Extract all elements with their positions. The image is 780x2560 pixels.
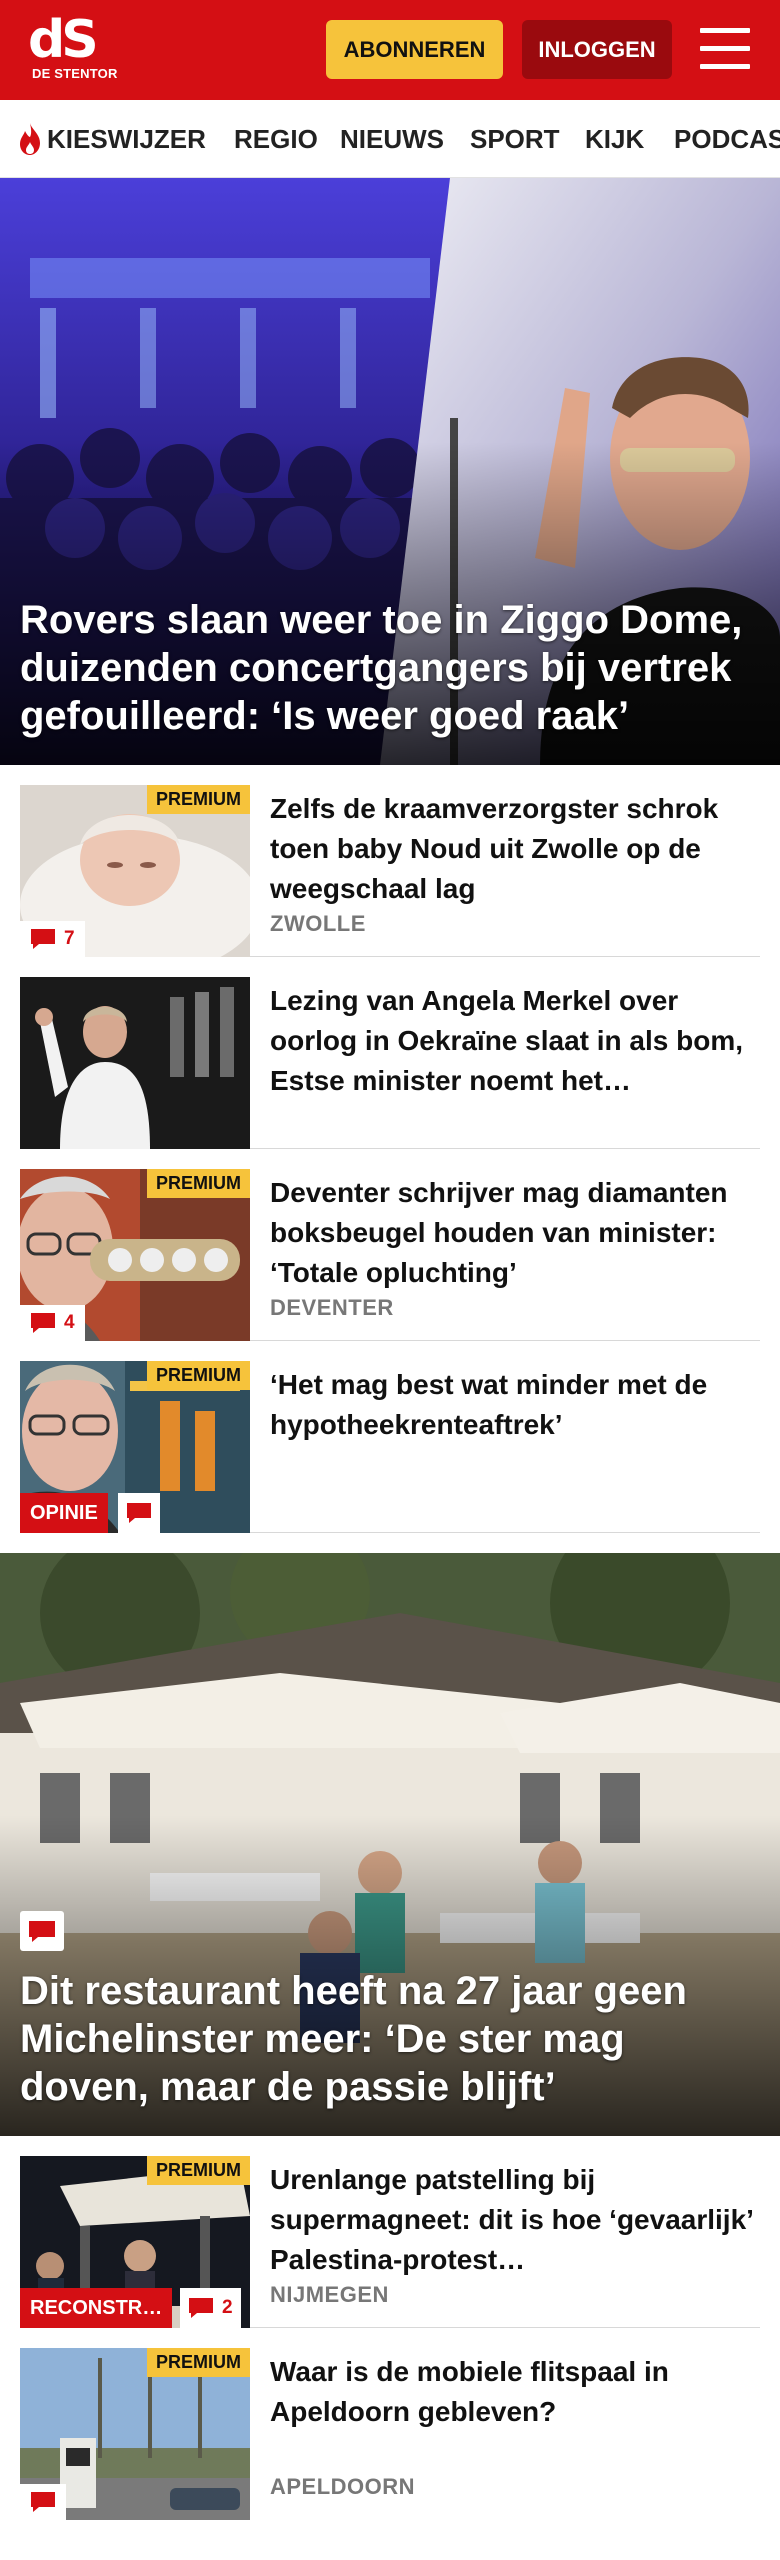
article-title[interactable]: Deventer schrijver mag diamanten boksbeu… xyxy=(270,1173,760,1293)
comment-bubble-icon xyxy=(31,2492,55,2512)
article-thumbnail: PREMIUM OPINIE xyxy=(20,1361,250,1533)
nav-item-kijk[interactable]: KIJK xyxy=(585,100,644,177)
premium-badge: PREMIUM xyxy=(147,785,250,814)
article-section: DEVENTER xyxy=(270,1295,394,1320)
login-button[interactable]: INLOGGEN xyxy=(522,20,672,79)
site-logo[interactable]: dS DE STENTOR xyxy=(28,10,117,90)
comment-count: 4 xyxy=(64,1312,75,1333)
premium-badge: PREMIUM xyxy=(147,1169,250,1198)
premium-badge: PREMIUM xyxy=(147,2156,250,2185)
comment-badge[interactable] xyxy=(20,1911,64,1951)
comment-count-badge[interactable]: 2 xyxy=(180,2288,241,2328)
article-section: ZWOLLE xyxy=(270,911,366,936)
article-card-hypotheekrenteaftrek[interactable]: PREMIUM OPINIE ‘Het mag best wat minder … xyxy=(20,1341,760,1533)
comment-count-badge[interactable]: 7 xyxy=(20,921,85,957)
logo-mark: dS xyxy=(28,10,99,70)
premium-badge: PREMIUM xyxy=(147,1361,250,1390)
nav-item-podcasts[interactable]: PODCAS xyxy=(674,100,780,177)
article-section: NIJMEGEN xyxy=(270,2282,389,2307)
flame-icon xyxy=(20,123,40,155)
site-header: dS DE STENTOR ABONNEREN INLOGGEN xyxy=(0,0,780,100)
nav-item-nieuws[interactable]: NIEUWS xyxy=(340,100,444,177)
comment-bubble-icon xyxy=(189,2298,213,2318)
article-card-flitspaal[interactable]: PREMIUM Waar is de mobiele flitspaal in … xyxy=(20,2328,760,2560)
article-thumbnail xyxy=(20,977,250,1149)
article-thumbnail: PREMIUM 4 xyxy=(20,1169,250,1341)
opinion-label: OPINIE xyxy=(20,1493,108,1533)
comment-badge[interactable] xyxy=(20,2484,66,2520)
logo-subtitle: DE STENTOR xyxy=(32,66,118,81)
comment-bubble-icon xyxy=(29,1921,55,1942)
comment-bubble-icon xyxy=(31,929,55,949)
comment-count-badge[interactable]: 4 xyxy=(20,1305,85,1341)
article-card-supermagneet[interactable]: PREMIUM RECONSTR… 2 Urenlange patstellin… xyxy=(20,2136,760,2328)
hero-article-concert[interactable]: Rovers slaan weer toe in Ziggo Dome, dui… xyxy=(0,178,780,765)
hero-headline[interactable]: Dit restaurant heeft na 27 jaar geen Mic… xyxy=(20,1967,760,2111)
comment-bubble-icon xyxy=(31,1313,55,1333)
article-title[interactable]: Zelfs de kraamverzorgster schrok toen ba… xyxy=(270,789,760,909)
hero-article-restaurant[interactable]: Dit restaurant heeft na 27 jaar geen Mic… xyxy=(0,1553,780,2136)
article-title[interactable]: Waar is de mobiele flitspaal in Apeldoor… xyxy=(270,2352,760,2432)
nav-label: KIESWIJZER xyxy=(47,123,206,154)
comment-count: 7 xyxy=(64,928,75,949)
comment-badge[interactable] xyxy=(118,1493,160,1533)
nav-item-sport[interactable]: SPORT xyxy=(470,100,560,177)
main-navigation: KIESWIJZER REGIO NIEUWS SPORT KIJK PODCA… xyxy=(0,100,780,178)
comment-count: 2 xyxy=(222,2297,233,2318)
article-title[interactable]: Urenlange patstelling bij supermagneet: … xyxy=(270,2160,760,2280)
nav-item-kieswijzer[interactable]: KIESWIJZER xyxy=(16,100,206,177)
article-thumbnail: PREMIUM xyxy=(20,2348,250,2520)
article-section: APELDOORN xyxy=(270,2474,416,2499)
article-card-merkel[interactable]: Lezing van Angela Merkel over oorlog in … xyxy=(20,957,760,1149)
nav-item-regio[interactable]: REGIO xyxy=(234,100,318,177)
subscribe-button[interactable]: ABONNEREN xyxy=(326,20,503,79)
hero-headline[interactable]: Rovers slaan weer toe in Ziggo Dome, dui… xyxy=(20,596,760,740)
reconstructie-label: RECONSTR… xyxy=(20,2288,173,2328)
article-card-baby-noud[interactable]: PREMIUM 7 Zelfs de kraamverzorgster schr… xyxy=(20,765,760,957)
article-thumbnail: PREMIUM 7 xyxy=(20,785,250,957)
article-title[interactable]: ‘Het mag best wat minder met de hypothee… xyxy=(270,1365,760,1445)
hamburger-menu-icon[interactable] xyxy=(700,26,752,72)
article-title[interactable]: Lezing van Angela Merkel over oorlog in … xyxy=(270,981,760,1101)
premium-badge: PREMIUM xyxy=(147,2348,250,2377)
article-card-boksbeugel[interactable]: PREMIUM 4 Deventer schrijver mag diamant… xyxy=(20,1149,760,1341)
article-thumbnail: PREMIUM RECONSTR… 2 xyxy=(20,2156,250,2328)
comment-bubble-icon xyxy=(127,1503,151,1523)
